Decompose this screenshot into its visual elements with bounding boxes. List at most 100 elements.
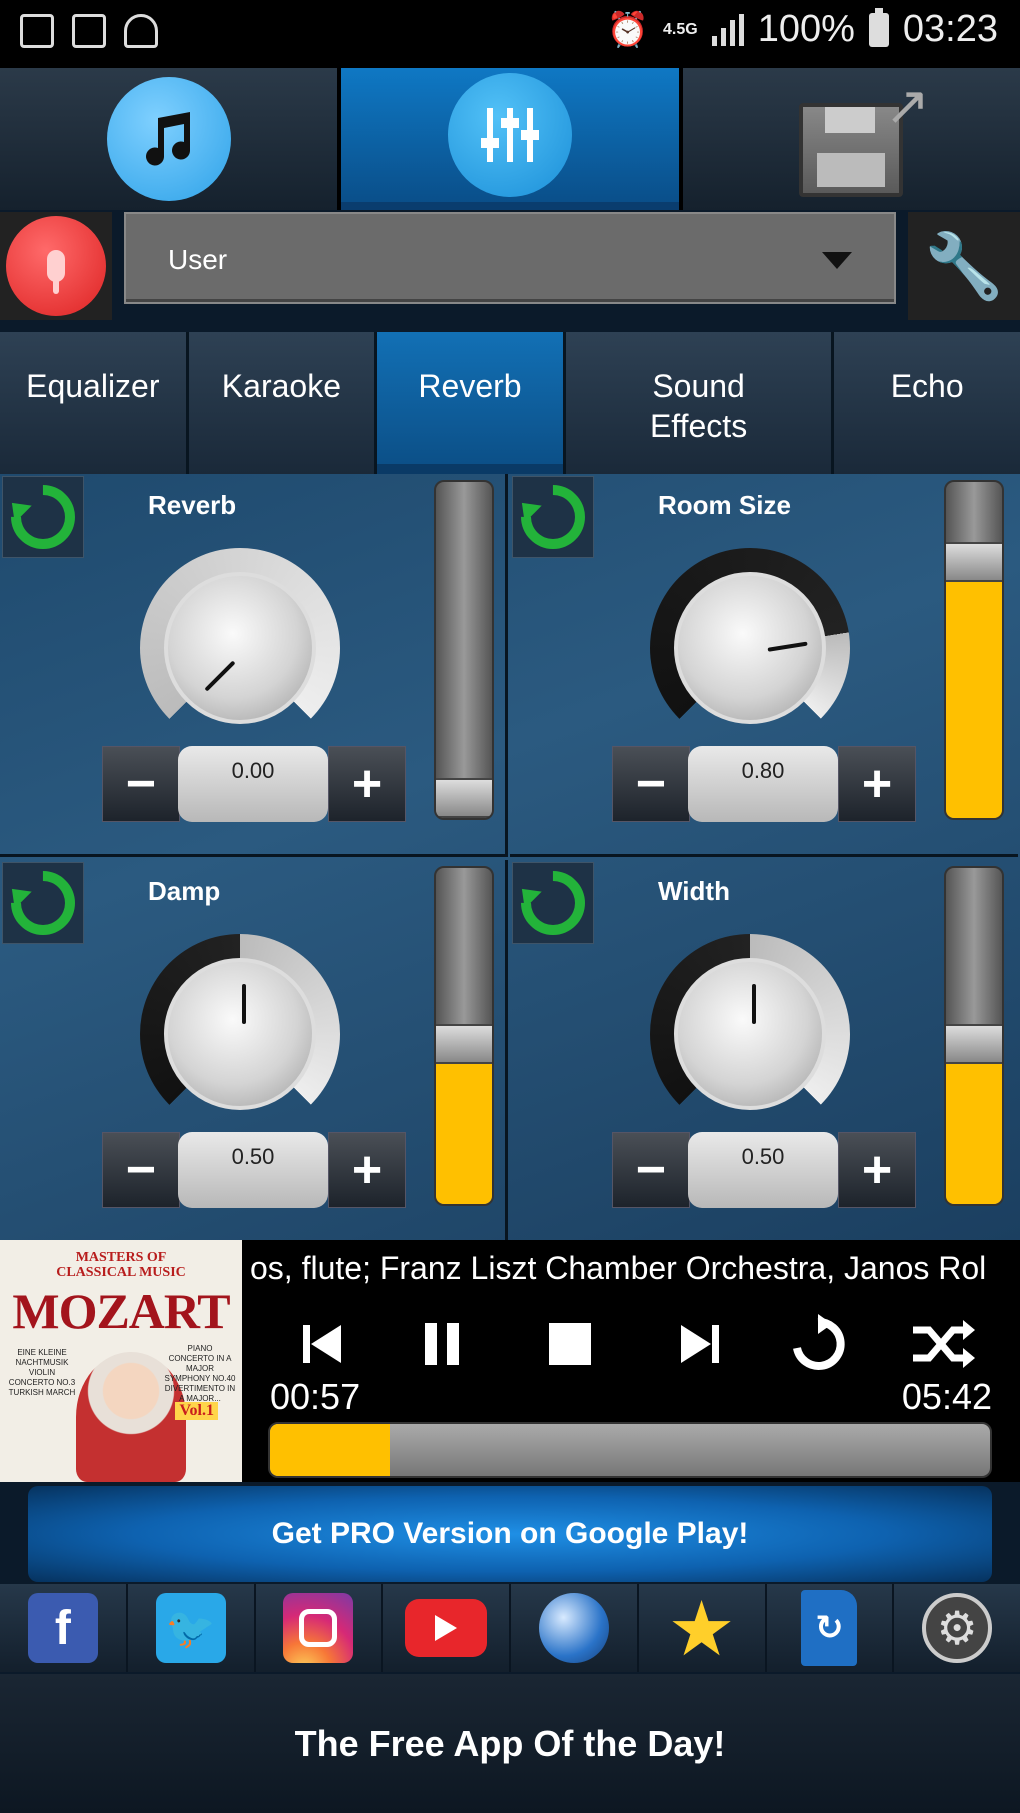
preset-dropdown[interactable]: User [124, 212, 896, 304]
tab-reverb[interactable]: Reverb [377, 332, 563, 474]
instagram-button[interactable] [255, 1584, 382, 1672]
preset-selected-value: User [168, 244, 228, 275]
room-size-knob[interactable] [650, 548, 850, 748]
playback-controls [250, 1304, 1020, 1384]
karaoke-mic-button[interactable] [0, 212, 112, 320]
gear-icon: ⚙ [922, 1593, 993, 1663]
damp-decrease-button[interactable]: − [102, 1132, 180, 1208]
wifi-icon [124, 14, 158, 48]
reset-room-size-button[interactable] [507, 471, 599, 563]
music-note-icon [106, 77, 231, 201]
slider-thumb[interactable] [436, 778, 492, 818]
twitter-button[interactable]: 🐦 [127, 1584, 254, 1672]
microphone-icon [6, 216, 106, 316]
reverb-slider[interactable] [434, 480, 494, 820]
music-player: MASTERS OF CLASSICAL MUSIC MOZART EINE KL… [0, 1240, 1020, 1482]
effect-tab-bar: Equalizer Karaoke Reverb Sound Effects E… [0, 332, 1020, 474]
wrench-icon: 🔧 [924, 229, 1004, 302]
damp-knob[interactable] [140, 934, 340, 1134]
tab-audio-effects[interactable] [341, 68, 679, 210]
globe-icon [538, 1593, 609, 1663]
sd-card-button[interactable]: ↻ [766, 1584, 893, 1672]
repeat-icon [793, 1314, 845, 1370]
reset-icon [507, 857, 599, 949]
get-pro-button[interactable]: Get PRO Version on Google Play! [28, 1486, 992, 1582]
width-slider[interactable] [944, 866, 1004, 1206]
screenshot-icon [72, 14, 106, 48]
star-icon: ★ [667, 1586, 736, 1672]
seek-bar-fill [270, 1424, 390, 1476]
reverb-controls: Reverb − 0.00 + Room Size − 0.80 + Damp … [0, 471, 1020, 1243]
damp-value: 0.50 [178, 1132, 328, 1208]
pause-button[interactable] [402, 1304, 482, 1384]
album-title: MOZART [12, 1283, 230, 1339]
damp-slider[interactable] [434, 866, 494, 1206]
width-increase-button[interactable]: + [838, 1132, 916, 1208]
reverb-value: 0.00 [178, 746, 328, 822]
panel-width: Width − 0.50 + [507, 857, 1018, 1243]
width-knob[interactable] [650, 934, 850, 1134]
reverb-decrease-button[interactable]: − [102, 746, 180, 822]
tab-sound-effects[interactable]: Sound Effects [565, 332, 832, 474]
total-duration: 05:42 [901, 1376, 992, 1417]
room-size-value: 0.80 [688, 746, 838, 822]
app-settings-button[interactable]: ⚙ [894, 1584, 1020, 1672]
status-bar: ⏰ 4.5G 100% 03:23 [0, 0, 1020, 68]
panel-title: Reverb [148, 490, 237, 520]
chevron-down-icon [822, 252, 852, 269]
mixer-sliders-icon [447, 73, 572, 197]
clock: 03:23 [902, 8, 998, 50]
website-button[interactable] [511, 1584, 637, 1672]
slider-thumb[interactable] [946, 1024, 1002, 1064]
panel-reverb: Reverb − 0.00 + [0, 471, 508, 857]
album-tracklist-left: EINE KLEINE NACHTMUSIK VIOLIN CONCERTO N… [8, 1348, 76, 1397]
reverb-increase-button[interactable]: + [328, 746, 406, 822]
stop-icon [549, 1323, 591, 1365]
panel-title: Width [658, 876, 730, 906]
tab-equalizer[interactable]: Equalizer [0, 332, 186, 474]
album-tracklist-right: PIANO CONCERTO IN A MAJOR SYMPHONY NO.40… [164, 1344, 236, 1403]
network-type: 4.5G [663, 20, 698, 38]
reset-icon [0, 471, 89, 563]
previous-button[interactable] [282, 1304, 362, 1384]
free-app-of-the-day-banner[interactable]: The Free App Of the Day! [0, 1674, 1020, 1813]
reset-reverb-button[interactable] [0, 471, 89, 563]
tab-music-library[interactable] [0, 68, 338, 210]
panel-damp: Damp − 0.50 + [0, 857, 508, 1243]
reverb-knob[interactable] [140, 548, 340, 748]
shuffle-icon [913, 1320, 975, 1368]
stop-button[interactable] [530, 1304, 610, 1384]
seek-bar[interactable] [268, 1422, 992, 1478]
twitter-icon: 🐦 [155, 1593, 226, 1663]
pause-icon [425, 1323, 459, 1365]
reset-width-button[interactable] [507, 857, 599, 949]
slider-thumb[interactable] [946, 542, 1002, 582]
top-tab-bar: ↗ [0, 68, 1020, 210]
instagram-icon [283, 1593, 354, 1663]
damp-increase-button[interactable]: + [328, 1132, 406, 1208]
tab-karaoke[interactable]: Karaoke [188, 332, 375, 474]
width-value: 0.50 [688, 1132, 838, 1208]
panel-title: Room Size [658, 490, 791, 520]
settings-wrench-button[interactable]: 🔧 [908, 212, 1020, 320]
skip-previous-icon [303, 1325, 341, 1363]
room-size-increase-button[interactable]: + [838, 746, 916, 822]
next-button[interactable] [660, 1304, 740, 1384]
facebook-button[interactable]: f [0, 1584, 126, 1672]
reset-icon [507, 471, 599, 563]
youtube-button[interactable] [383, 1584, 509, 1672]
room-size-decrease-button[interactable]: − [612, 746, 690, 822]
youtube-icon [405, 1599, 488, 1657]
tab-echo[interactable]: Echo [834, 332, 1020, 474]
slider-thumb[interactable] [436, 1024, 492, 1064]
room-size-slider[interactable] [944, 480, 1004, 820]
rate-app-button[interactable]: ★ [638, 1584, 765, 1672]
tab-save-export[interactable]: ↗ [682, 68, 1020, 210]
repeat-button[interactable] [778, 1304, 858, 1384]
social-bar: f 🐦 ★ ↻ ⚙ [0, 1584, 1020, 1672]
width-decrease-button[interactable]: − [612, 1132, 690, 1208]
reset-damp-button[interactable] [0, 857, 89, 949]
shuffle-button[interactable] [904, 1304, 984, 1384]
album-art[interactable]: MASTERS OF CLASSICAL MUSIC MOZART EINE KL… [0, 1240, 242, 1482]
album-volume: Vol.1 [175, 1402, 218, 1420]
